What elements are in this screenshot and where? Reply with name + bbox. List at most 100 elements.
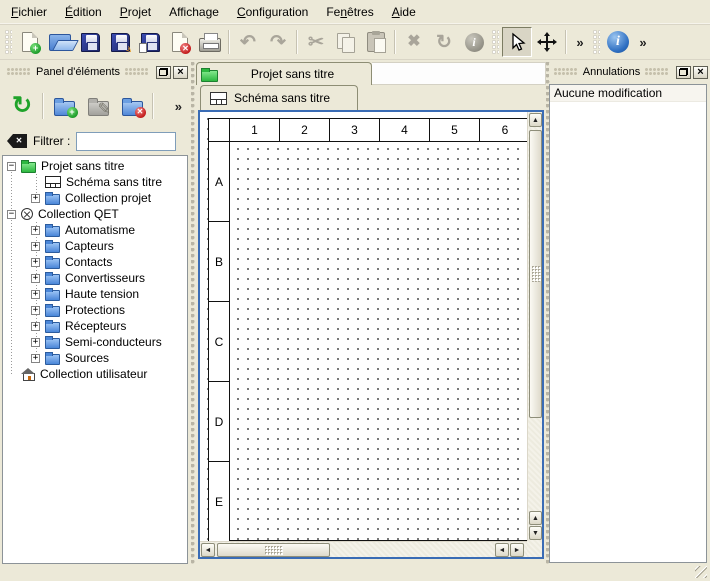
tree-item-automatisme[interactable]: +Automatisme bbox=[3, 222, 187, 238]
tree-item-collection-projet[interactable]: + Collection projet bbox=[3, 190, 187, 206]
collapse-expander[interactable]: − bbox=[7, 162, 16, 171]
toolbar-overflow-button[interactable]: » bbox=[570, 27, 590, 57]
elements-tree: −Projet sans titreSchéma sans titre + Coll… bbox=[2, 155, 188, 564]
folder-icon bbox=[45, 306, 60, 317]
tree-item-label: Récepteurs bbox=[65, 319, 126, 333]
vertical-scrollbar[interactable]: ▲ ▲ ▼ bbox=[527, 112, 542, 541]
dock-drag-texture[interactable] bbox=[7, 68, 31, 76]
menu-edition[interactable]: Édition bbox=[56, 1, 111, 23]
close-file-button[interactable]: ✕ bbox=[165, 27, 195, 57]
paste-button[interactable] bbox=[361, 27, 391, 57]
vertical-scroll-thumb[interactable] bbox=[529, 130, 542, 418]
collapse-expander[interactable]: − bbox=[7, 210, 16, 219]
menu-aide[interactable]: Aide bbox=[383, 1, 425, 23]
toolbar-drag-handle[interactable] bbox=[492, 29, 499, 55]
copy-button[interactable] bbox=[331, 27, 361, 57]
toolbar-overflow-button-2[interactable]: » bbox=[633, 27, 653, 57]
expand-expander[interactable]: + bbox=[31, 226, 40, 235]
tree-item-schema-sans-titre[interactable]: Schéma sans titre bbox=[3, 174, 187, 190]
panel-overflow-button[interactable]: » bbox=[175, 99, 182, 114]
folder-icon bbox=[45, 322, 60, 333]
menu-configuration[interactable]: Configuration bbox=[228, 1, 317, 23]
dock-drag-texture[interactable] bbox=[125, 68, 149, 76]
horizontal-scrollbar[interactable]: ◄ ◄ ► bbox=[200, 541, 527, 557]
close-panel-button[interactable]: × bbox=[693, 66, 708, 79]
tree-item-convertisseurs[interactable]: +Convertisseurs bbox=[3, 270, 187, 286]
dock-drag-texture[interactable] bbox=[554, 68, 578, 76]
tree-item-haute-tension[interactable]: +Haute tension bbox=[3, 286, 187, 302]
edit-category-button[interactable]: ✎ bbox=[81, 89, 115, 123]
expand-expander[interactable]: + bbox=[31, 322, 40, 331]
close-panel-button[interactable]: × bbox=[173, 66, 188, 79]
select-tool-button[interactable] bbox=[502, 27, 532, 57]
tree-item-projet-sans-titre[interactable]: −Projet sans titre bbox=[3, 158, 187, 174]
tree-item-protections[interactable]: +Protections bbox=[3, 302, 187, 318]
scroll-up-button[interactable]: ▲ bbox=[529, 113, 542, 127]
horizontal-scroll-thumb[interactable] bbox=[217, 543, 330, 557]
tab-project[interactable]: Projet sans titre bbox=[196, 62, 372, 85]
tree-item-semi-conducteurs[interactable]: +Semi-conducteurs bbox=[3, 334, 187, 350]
print-button[interactable] bbox=[195, 27, 225, 57]
float-panel-button[interactable] bbox=[156, 66, 171, 79]
delete-button[interactable]: ✖ bbox=[399, 27, 429, 57]
expand-expander[interactable]: + bbox=[31, 258, 40, 267]
expand-expander[interactable]: + bbox=[31, 290, 40, 299]
scroll-left-button[interactable]: ◄ bbox=[201, 543, 215, 557]
tree-item-capteurs[interactable]: +Capteurs bbox=[3, 238, 187, 254]
clear-filter-button[interactable]: ✕ bbox=[7, 134, 27, 148]
toolbar-drag-handle[interactable] bbox=[5, 29, 12, 55]
move-tool-button[interactable] bbox=[532, 27, 562, 57]
tree-item-collection-utilisateur[interactable]: Collection utilisateur bbox=[3, 366, 187, 382]
tree-item-label: Sources bbox=[65, 351, 109, 365]
open-project-button[interactable] bbox=[45, 27, 75, 57]
expand-expander[interactable]: + bbox=[31, 338, 40, 347]
new-project-button[interactable]: + bbox=[15, 27, 45, 57]
folder-icon bbox=[45, 242, 60, 253]
rotate-button[interactable]: ↻ bbox=[429, 27, 459, 57]
dock-drag-texture[interactable] bbox=[645, 68, 669, 76]
folder-icon bbox=[45, 354, 60, 365]
save-all-button[interactable] bbox=[135, 27, 165, 57]
float-panel-button[interactable] bbox=[676, 66, 691, 79]
tree-item-collection-qet[interactable]: −Collection QET bbox=[3, 206, 187, 222]
expand-expander[interactable]: + bbox=[31, 274, 40, 283]
toolbar-drag-handle[interactable] bbox=[593, 29, 600, 55]
redo-button[interactable]: ↷ bbox=[263, 27, 293, 57]
scrollbar-corner bbox=[527, 541, 542, 557]
cut-button[interactable]: ✂ bbox=[301, 27, 331, 57]
expand-expander[interactable]: + bbox=[31, 306, 40, 315]
save-button[interactable] bbox=[75, 27, 105, 57]
menu-affichage[interactable]: Affichage bbox=[160, 1, 228, 23]
tree-item-label: Collection projet bbox=[65, 191, 151, 205]
column-header-3: 3 bbox=[330, 119, 380, 142]
delete-category-button[interactable]: ✕ bbox=[115, 89, 149, 123]
expand-expander[interactable]: + bbox=[31, 242, 40, 251]
expand-expander[interactable]: + bbox=[31, 354, 40, 363]
menu-fichier[interactable]: Fichier bbox=[2, 1, 56, 23]
scroll-left-button-2[interactable]: ◄ bbox=[495, 543, 509, 557]
tab-schema[interactable]: Schéma sans titre bbox=[200, 85, 358, 110]
left-splitter-handle[interactable] bbox=[190, 62, 195, 564]
expand-expander[interactable]: + bbox=[31, 194, 40, 203]
menu-fenetres[interactable]: Fenêtres bbox=[317, 1, 382, 23]
tree-item-contacts[interactable]: +Contacts bbox=[3, 254, 187, 270]
tree-item-recepteurs[interactable]: + Récepteurs bbox=[3, 318, 187, 334]
toolbar-separator bbox=[565, 30, 567, 54]
undo-button[interactable]: ↶ bbox=[233, 27, 263, 57]
reload-collections-button[interactable]: ↻ bbox=[5, 89, 39, 123]
undo-list-item[interactable]: Aucune modification bbox=[550, 85, 706, 102]
new-category-button[interactable]: + bbox=[47, 89, 81, 123]
filter-input[interactable] bbox=[76, 132, 176, 151]
arrow-right-icon: ► bbox=[514, 547, 521, 554]
save-as-button[interactable]: ✎ bbox=[105, 27, 135, 57]
diagram-canvas[interactable]: 123456 ABCDE bbox=[200, 112, 527, 541]
scroll-right-button[interactable]: ► bbox=[510, 543, 524, 557]
element-info-button[interactable]: i bbox=[459, 27, 489, 57]
scroll-up-button-2[interactable]: ▲ bbox=[529, 511, 542, 525]
about-qet-button[interactable]: i bbox=[603, 27, 633, 57]
menu-projet[interactable]: Projet bbox=[111, 1, 160, 23]
scroll-down-button[interactable]: ▼ bbox=[529, 526, 542, 540]
resize-grip[interactable] bbox=[695, 566, 707, 578]
clear-filter-x-icon: ✕ bbox=[16, 137, 23, 145]
tree-item-sources[interactable]: + Sources bbox=[3, 350, 187, 366]
